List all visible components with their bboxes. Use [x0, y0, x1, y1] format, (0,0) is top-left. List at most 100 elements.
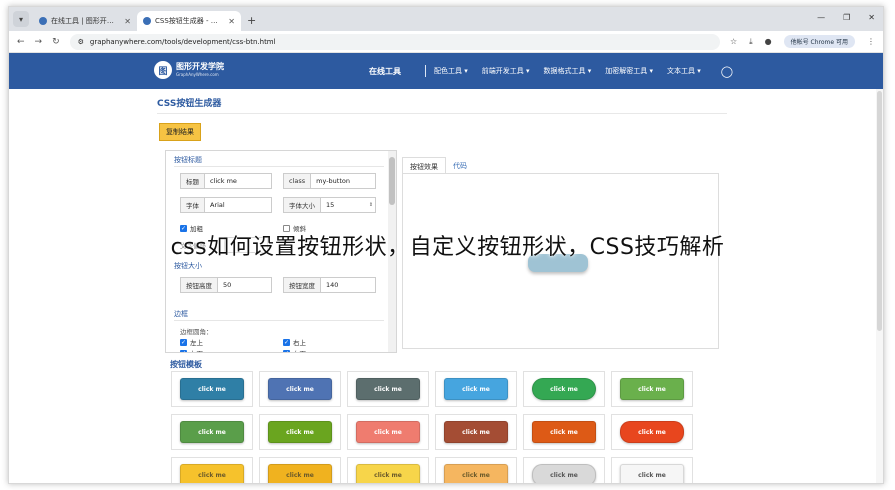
template-button[interactable]: click me [180, 421, 244, 443]
height-input[interactable]: 50 [218, 278, 271, 292]
templates-heading: 按钮模板 [170, 360, 202, 369]
site-info-icon[interactable]: ⚙ [78, 38, 84, 46]
template-button[interactable]: click me [356, 421, 420, 443]
template-button[interactable]: click me [620, 378, 684, 400]
template-cell[interactable]: click me [259, 457, 341, 483]
tab-title: CSS按钮生成器 - 在线工具 | 图 [155, 17, 225, 25]
font-size-input-group: 字体大小 15 ⇕ [283, 197, 376, 213]
template-button[interactable]: click me [180, 464, 244, 483]
template-button[interactable]: click me [532, 421, 596, 443]
template-cell[interactable]: click me [611, 414, 693, 450]
download-icon[interactable]: ⤓ [749, 37, 753, 47]
template-cell[interactable]: click me [435, 414, 517, 450]
nav-crypto-tools[interactable]: 加密解密工具 ▾ [605, 66, 653, 76]
template-cell[interactable]: click me [611, 457, 693, 483]
template-cell[interactable]: click me [523, 414, 605, 450]
window-controls: — ❐ ✕ [817, 13, 875, 22]
template-button[interactable]: click me [620, 464, 684, 483]
back-icon[interactable]: ← [17, 37, 25, 47]
site-navbar: 图 图形开发学院 GraphAnyWhere.com 在线工具 配色工具 ▾ 前… [9, 53, 883, 89]
nav-data-format-tools[interactable]: 数据格式工具 ▾ [544, 66, 592, 76]
title-input[interactable]: click me [205, 174, 271, 188]
tab-css-button-generator[interactable]: CSS按钮生成器 - 在线工具 | 图 ✕ [137, 11, 241, 31]
template-cell[interactable]: click me [435, 457, 517, 483]
nav-text-tools[interactable]: 文本工具 ▾ [667, 66, 701, 76]
font-input[interactable]: Arial [205, 198, 271, 212]
class-input[interactable]: my-button [311, 174, 375, 188]
nav-color-tools[interactable]: 配色工具 ▾ [434, 66, 468, 76]
template-cell[interactable]: click me [347, 371, 429, 407]
nav-frontend-tools[interactable]: 前端开发工具 ▾ [482, 66, 530, 76]
tab-search-icon[interactable]: ▾ [13, 11, 29, 27]
corner-bottom-right-checkbox[interactable]: ✓ 右下 [283, 348, 306, 352]
stepper-icon[interactable]: ⇕ [367, 198, 375, 212]
page-scrollbar[interactable] [876, 89, 883, 483]
restore-icon[interactable]: ❐ [843, 13, 850, 22]
template-cell[interactable]: click me [259, 414, 341, 450]
template-button[interactable]: click me [356, 464, 420, 483]
template-cell[interactable]: click me [259, 371, 341, 407]
bookmark-star-icon[interactable]: ☆ [730, 37, 737, 46]
profile-icon[interactable]: ● [765, 37, 772, 46]
scroll-thumb[interactable] [877, 91, 882, 331]
signin-chip[interactable]: 他帐号 Chrome 可用 [783, 35, 855, 48]
corner-top-right-checkbox[interactable]: ✓ 右上 [283, 337, 306, 347]
section-button-title: 按钮标题 [174, 156, 202, 164]
checkbox-checked-icon: ✓ [180, 338, 187, 346]
nav-online-tools[interactable]: 在线工具 [369, 66, 401, 77]
template-button[interactable]: click me [268, 421, 332, 443]
height-label: 按钮高度 [181, 278, 218, 292]
font-size-label: 字体大小 [284, 198, 321, 212]
template-cell[interactable]: click me [347, 414, 429, 450]
section-divider [174, 166, 384, 167]
nav-divider [425, 65, 426, 77]
template-cell[interactable]: click me [347, 457, 429, 483]
forward-icon[interactable]: → [35, 37, 43, 47]
site-logo[interactable]: 图 图形开发学院 GraphAnyWhere.com [154, 61, 224, 79]
template-cell[interactable]: click me [171, 457, 253, 483]
font-input-group: 字体 Arial [180, 197, 272, 213]
template-button[interactable]: click me [268, 464, 332, 483]
template-button[interactable]: click me [620, 421, 684, 443]
template-cell[interactable]: click me [435, 371, 517, 407]
nav-menu: 在线工具 配色工具 ▾ 前端开发工具 ▾ 数据格式工具 ▾ 加密解密工具 ▾ 文… [369, 53, 733, 89]
overlay-caption: css如何设置按钮形状，自定义按钮形状，CSS技巧解析 [170, 235, 725, 260]
template-cell[interactable]: click me [611, 371, 693, 407]
template-button[interactable]: click me [180, 378, 244, 400]
close-tab-icon[interactable]: ✕ [228, 17, 235, 26]
template-button[interactable]: click me [444, 464, 508, 483]
url-text: graphanywhere.com/tools/development/css-… [89, 37, 276, 46]
class-input-group: class my-button [283, 173, 376, 189]
corner-bottom-left-checkbox[interactable]: ✓ 左下 [180, 348, 203, 352]
corner-top-left-checkbox[interactable]: ✓ 左上 [180, 337, 203, 347]
reload-icon[interactable]: ↻ [52, 37, 60, 47]
section-button-size: 按钮大小 [174, 262, 202, 270]
template-button[interactable]: click me [532, 464, 596, 483]
corner-label: 左上 [190, 339, 203, 347]
template-button[interactable]: click me [444, 378, 508, 400]
copy-result-button[interactable]: 复制结果 [159, 123, 201, 141]
template-cell[interactable]: click me [171, 414, 253, 450]
width-input[interactable]: 140 [321, 278, 375, 292]
template-button[interactable]: click me [444, 421, 508, 443]
title-divider [157, 113, 727, 114]
template-button[interactable]: click me [268, 378, 332, 400]
new-tab-button[interactable]: + [247, 14, 256, 27]
close-window-icon[interactable]: ✕ [868, 13, 875, 22]
template-cell[interactable]: click me [523, 371, 605, 407]
template-button[interactable]: click me [356, 378, 420, 400]
tab-online-tools[interactable]: 在线工具 | 图形开发学院 ✕ [33, 11, 137, 31]
font-size-input[interactable]: 15 [321, 198, 367, 212]
height-input-group: 按钮高度 50 [180, 277, 272, 293]
logo-subtitle: GraphAnyWhere.com [176, 72, 219, 77]
search-icon[interactable]: ◯ [721, 65, 733, 78]
title-label: 标题 [181, 174, 205, 188]
close-tab-icon[interactable]: ✕ [124, 17, 131, 26]
template-button[interactable]: click me [532, 378, 596, 400]
menu-icon[interactable]: ⋮ [867, 37, 875, 46]
scroll-thumb[interactable] [389, 157, 395, 205]
template-cell[interactable]: click me [523, 457, 605, 483]
template-cell[interactable]: click me [171, 371, 253, 407]
minimize-icon[interactable]: — [817, 13, 825, 22]
url-field[interactable]: ⚙ graphanywhere.com/tools/development/cs… [69, 33, 720, 50]
